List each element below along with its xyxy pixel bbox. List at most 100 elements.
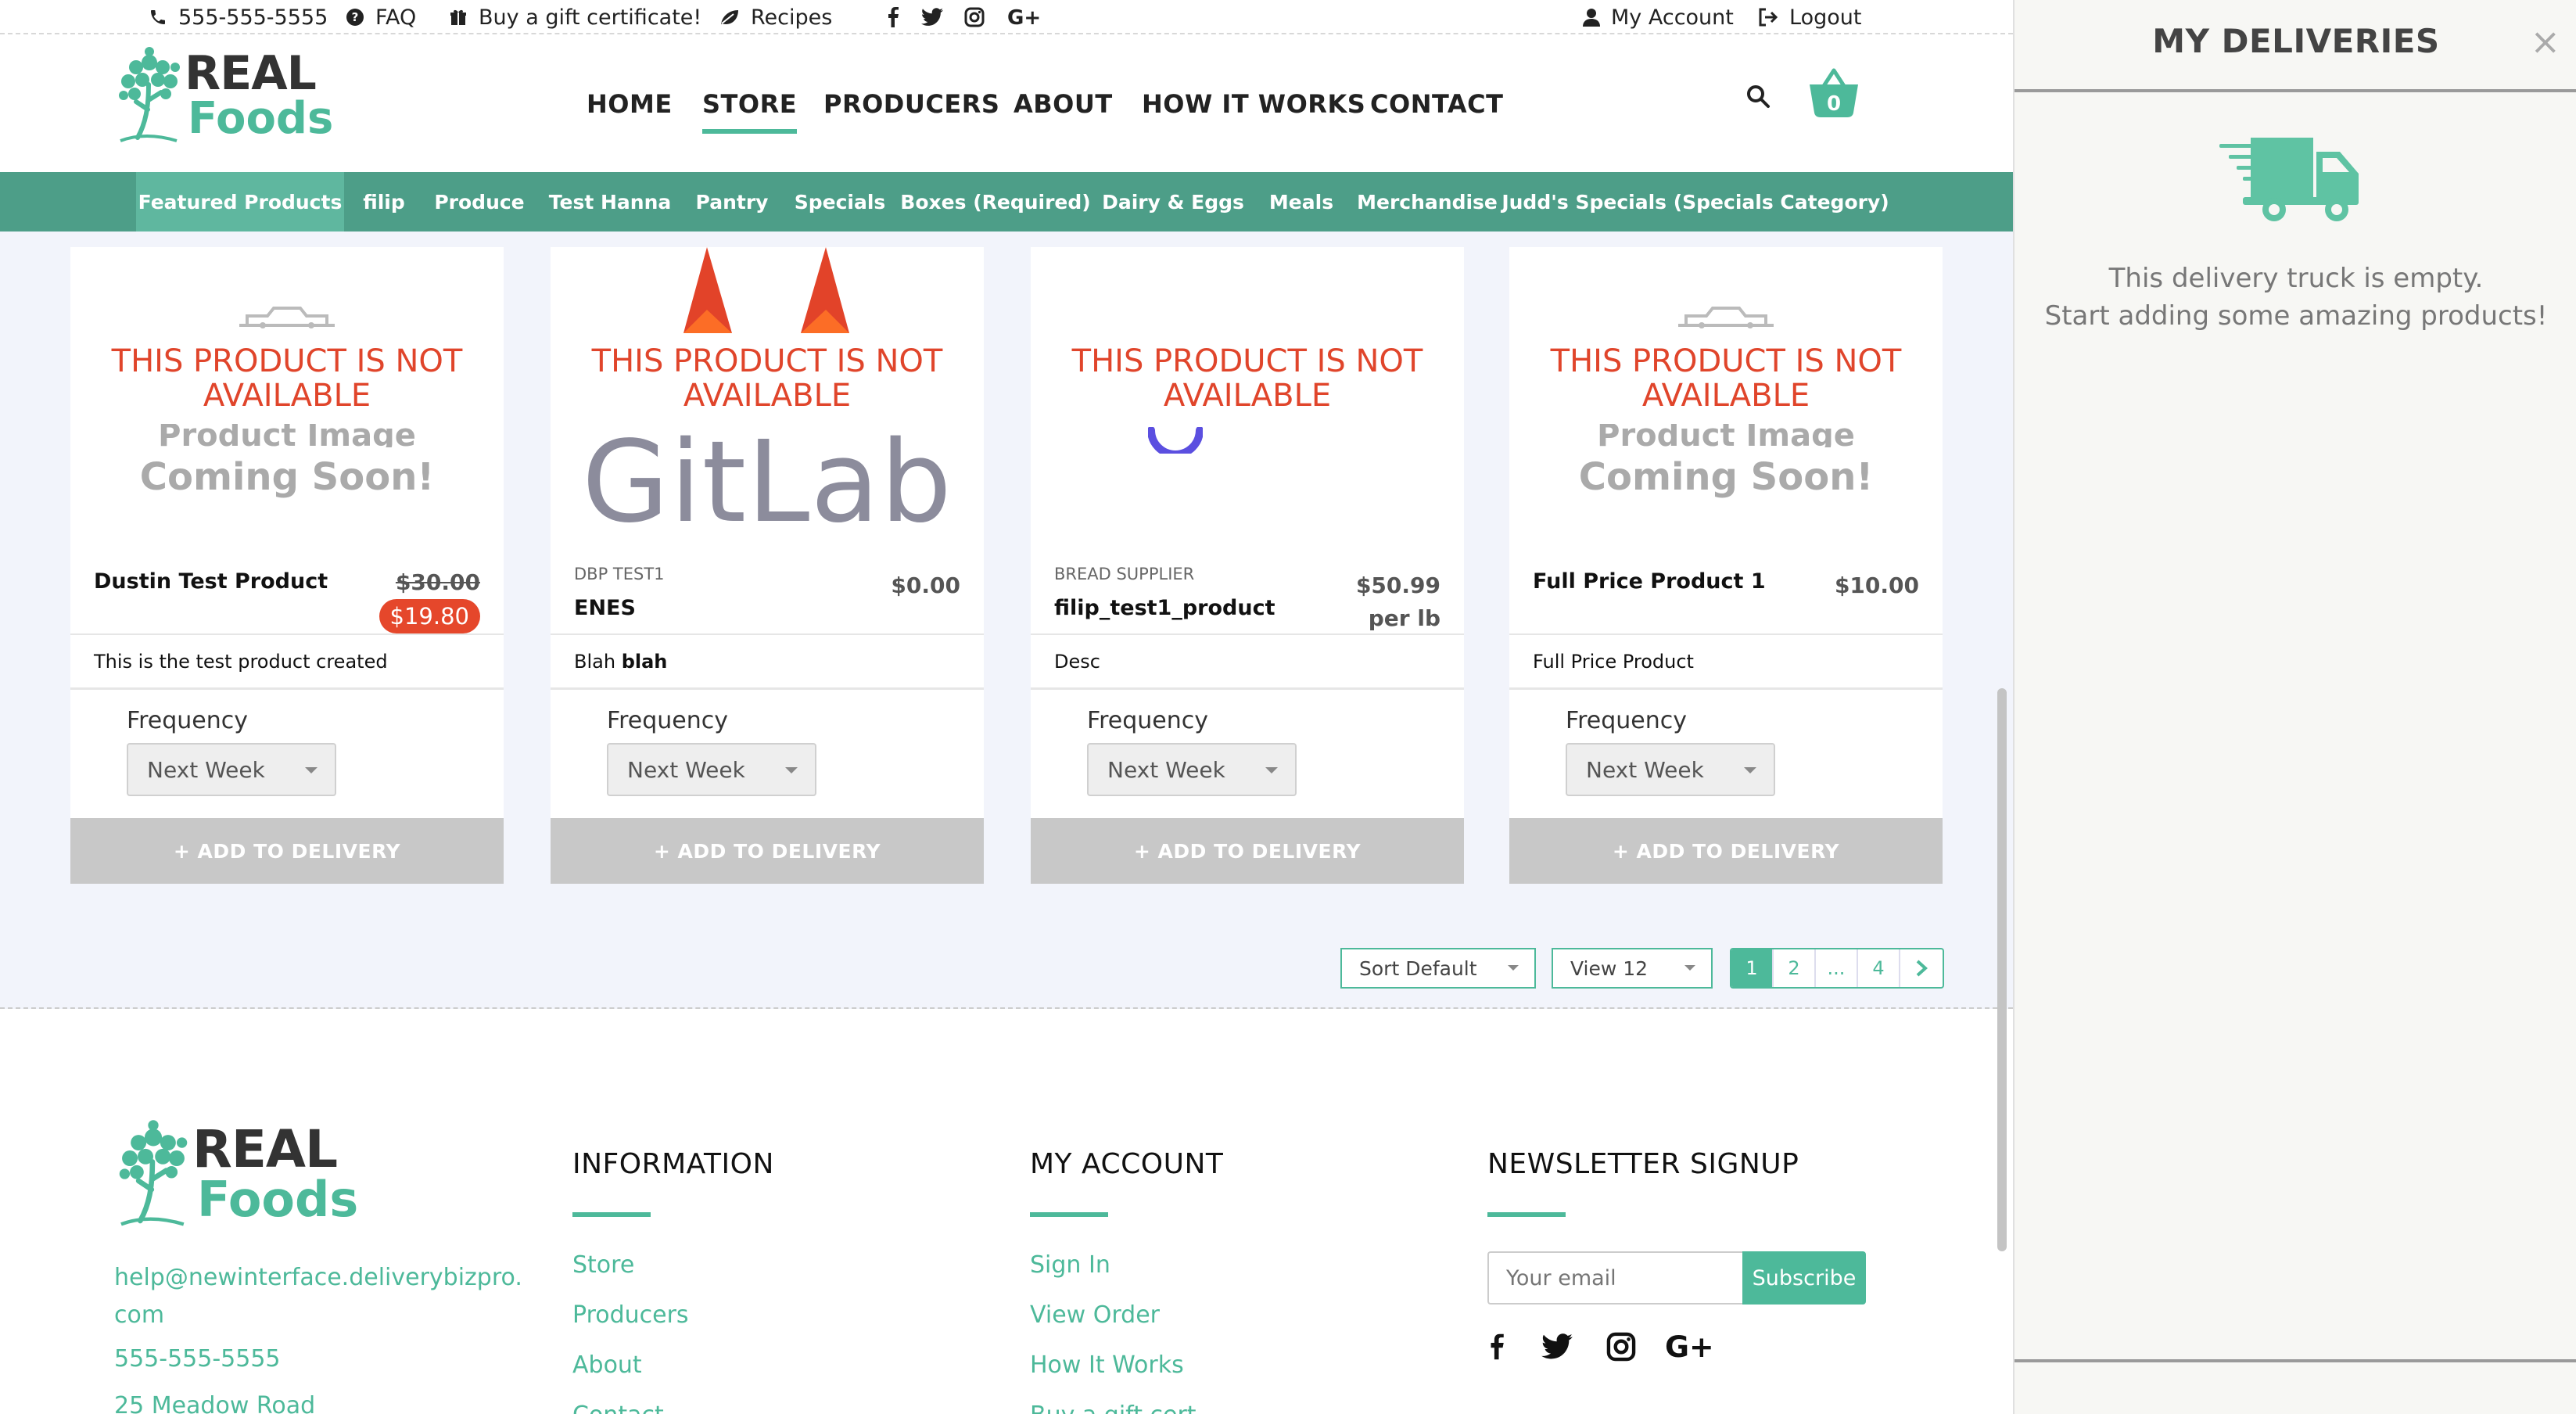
phone-text: 555-555-5555 <box>178 5 328 30</box>
category-dairy-eggs[interactable]: Dairy & Eggs <box>1102 172 1244 231</box>
facebook-icon[interactable] <box>1481 1330 1512 1364</box>
supplier-name: BREAD SUPPLIER <box>1054 565 1195 583</box>
site-footer: REAL Foods help@newinterface.deliverybiz… <box>0 1009 2013 1414</box>
nav-home[interactable]: HOME <box>587 81 673 127</box>
frequency-value: Next Week <box>147 756 265 783</box>
nav-how-it-works[interactable]: HOW IT WORKS <box>1142 81 1365 127</box>
view-count-select[interactable]: View 12 <box>1552 948 1713 989</box>
frequency-select[interactable]: Next Week <box>1566 743 1775 796</box>
panel-divider <box>2015 89 2576 92</box>
google-plus-icon[interactable]: G+ <box>1663 1330 1717 1364</box>
frequency-select[interactable]: Next Week <box>607 743 816 796</box>
svg-text:G+: G+ <box>1007 7 1041 27</box>
footer-link-gift-certificate[interactable]: Buy a gift cert <box>1030 1401 1197 1414</box>
product-description: This is the test product created <box>70 633 504 690</box>
footer-phone[interactable]: 555-555-5555 <box>114 1345 281 1373</box>
heading-underline <box>1030 1212 1108 1217</box>
page-4[interactable]: 4 <box>1858 949 1900 987</box>
product-price: $0.00 <box>891 572 960 598</box>
product-card: GitLab THIS PRODUCT IS NOT AVAILABLE DBP… <box>551 247 984 884</box>
frequency-value: Next Week <box>1586 756 1704 783</box>
footer-link-store[interactable]: Store <box>572 1251 634 1279</box>
category-test-hanna[interactable]: Test Hanna <box>549 172 671 231</box>
nav-producers[interactable]: PRODUCERS <box>823 81 999 127</box>
loading-spinner-icon <box>1148 427 1203 454</box>
product-name[interactable]: Full Price Product 1 <box>1533 569 1766 594</box>
logo-text: REAL Foods <box>185 46 334 144</box>
gift-certificate-link[interactable]: Buy a gift certificate! <box>449 0 701 34</box>
category-boxes-required[interactable]: Boxes (Required) <box>900 172 1090 231</box>
user-icon <box>1583 8 1600 27</box>
product-name[interactable]: filip_test1_product <box>1054 596 1275 620</box>
add-to-delivery-button[interactable]: + ADD TO DELIVERY <box>1509 818 1943 884</box>
footer-link-about[interactable]: About <box>572 1351 642 1379</box>
add-to-delivery-button[interactable]: + ADD TO DELIVERY <box>1031 818 1464 884</box>
sign-out-icon <box>1758 8 1778 27</box>
category-featured-products[interactable]: Featured Products <box>136 172 344 231</box>
logout-link[interactable]: Logout <box>1758 0 1861 34</box>
phone-link[interactable]: 555-555-5555 <box>149 0 328 34</box>
sort-select[interactable]: Sort Default <box>1340 948 1536 989</box>
category-merchandise[interactable]: Merchandise <box>1357 172 1498 231</box>
page-2[interactable]: 2 <box>1774 949 1816 987</box>
my-account-link[interactable]: My Account <box>1583 0 1734 34</box>
category-filip[interactable]: filip <box>360 172 408 231</box>
product-name[interactable]: ENES <box>574 596 636 620</box>
logo[interactable]: REAL Foods <box>114 45 333 145</box>
product-price: $50.99 per lb <box>1356 569 1440 635</box>
footer-logo[interactable]: REAL Foods <box>114 1118 358 1229</box>
store-page: 555-555-5555 ? FAQ Buy a gift certificat… <box>0 0 2013 1414</box>
category-produce[interactable]: Produce <box>432 172 527 231</box>
frequency-value: Next Week <box>627 756 745 783</box>
footer-link-how-it-works[interactable]: How It Works <box>1030 1351 1184 1379</box>
close-icon[interactable]: × <box>2530 23 2560 59</box>
category-judds-specials[interactable]: Judd's Specials (Specials Category) <box>1501 172 1889 231</box>
not-available-notice: THIS PRODUCT IS NOT AVAILABLE <box>1071 343 1423 414</box>
my-account-heading: MY ACCOUNT <box>1030 1148 1224 1180</box>
frequency-select[interactable]: Next Week <box>1087 743 1297 796</box>
leaf-icon <box>719 9 740 26</box>
heading-underline <box>1487 1212 1566 1217</box>
not-available-notice: THIS PRODUCT IS NOT AVAILABLE <box>1550 343 1902 414</box>
category-pantry[interactable]: Pantry <box>693 172 771 231</box>
frequency-select[interactable]: Next Week <box>127 743 336 796</box>
category-bar: Featured Products filip Produce Test Han… <box>0 172 2013 231</box>
tree-logo-icon <box>119 47 180 142</box>
page-scrollbar[interactable] <box>1997 688 2007 1251</box>
google-plus-icon[interactable]: G+ <box>1006 0 1043 34</box>
search-icon[interactable] <box>1741 79 1775 113</box>
recipes-link[interactable]: Recipes <box>719 0 832 34</box>
footer-link-producers[interactable]: Producers <box>572 1301 689 1329</box>
product-name[interactable]: Dustin Test Product <box>94 569 328 594</box>
cart-button[interactable]: 0 <box>1806 66 1861 120</box>
newsletter-heading: NEWSLETTER SIGNUP <box>1487 1148 1799 1180</box>
footer-link-sign-in[interactable]: Sign In <box>1030 1251 1110 1279</box>
add-to-delivery-button[interactable]: + ADD TO DELIVERY <box>551 818 984 884</box>
footer-link-view-order[interactable]: View Order <box>1030 1301 1160 1329</box>
facebook-icon[interactable] <box>877 0 909 34</box>
footer-link-contact[interactable]: Contact <box>572 1401 664 1414</box>
category-meals[interactable]: Meals <box>1264 172 1339 231</box>
next-page-button[interactable] <box>1900 949 1943 987</box>
twitter-icon[interactable] <box>917 0 948 34</box>
frequency-label: Frequency <box>127 707 248 734</box>
add-to-delivery-button[interactable]: + ADD TO DELIVERY <box>70 818 504 884</box>
nav-contact[interactable]: CONTACT <box>1370 81 1503 127</box>
question-circle-icon: ? <box>346 8 364 27</box>
newsletter-email-input[interactable] <box>1487 1251 1742 1305</box>
frequency-label: Frequency <box>1566 707 1687 734</box>
page-1[interactable]: 1 <box>1731 949 1774 987</box>
footer-email-link[interactable]: help@newinterface.deliverybizpro.com <box>114 1259 529 1334</box>
faq-link[interactable]: ? FAQ <box>346 0 416 34</box>
category-specials[interactable]: Specials <box>795 172 886 231</box>
twitter-icon[interactable] <box>1537 1330 1577 1364</box>
panel-title: MY DELIVERIES <box>2152 22 2440 60</box>
subscribe-button[interactable]: Subscribe <box>1742 1251 1866 1305</box>
gitlab-logo-icon <box>683 247 849 333</box>
nav-store[interactable]: STORE <box>702 81 798 134</box>
instagram-icon[interactable] <box>959 0 990 34</box>
product-description: Blah blah <box>551 633 984 690</box>
instagram-icon[interactable] <box>1602 1330 1641 1364</box>
nav-about[interactable]: ABOUT <box>1014 81 1113 127</box>
gitlab-wordmark: GitLab <box>582 416 953 547</box>
